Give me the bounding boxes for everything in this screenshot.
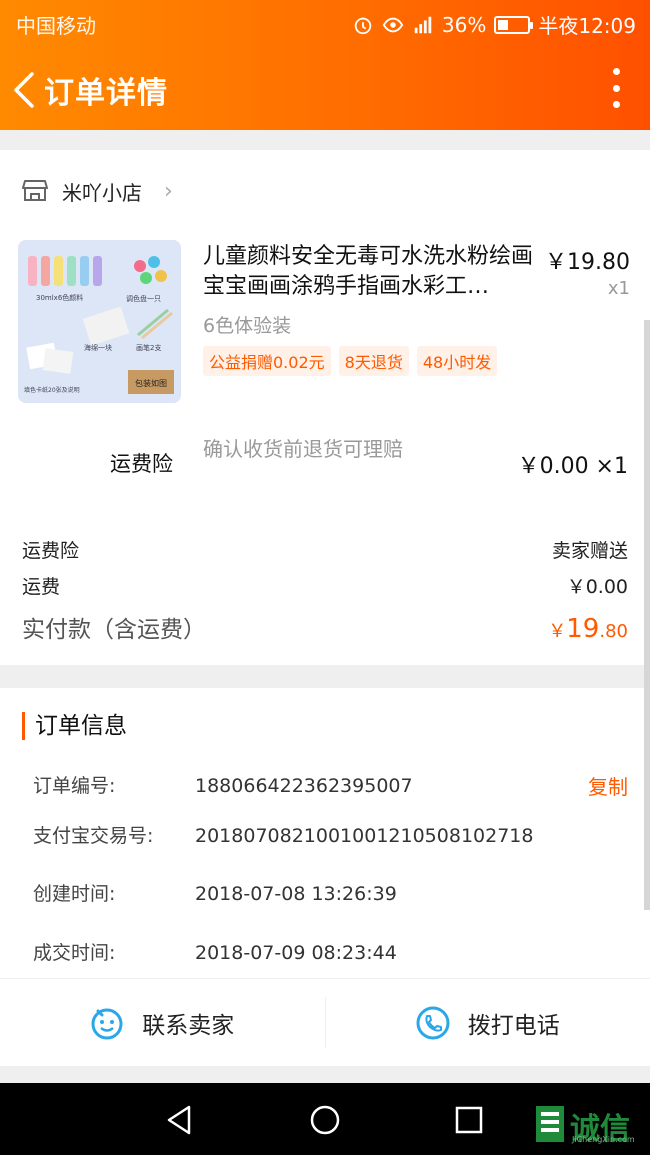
insurance-description: 确认收货前退货可理赔 bbox=[203, 437, 403, 461]
info-row-created: 创建时间: 2018-07-08 13:26:39 bbox=[33, 879, 397, 906]
info-value: 2018070821001001210508102718 bbox=[195, 825, 534, 847]
carrier-name: 中国移动 bbox=[16, 14, 96, 38]
clock: 半夜12:09 bbox=[538, 14, 636, 38]
call-phone-button[interactable]: 拨打电话 bbox=[326, 979, 650, 1066]
total-decimal: .80 bbox=[599, 621, 628, 642]
call-phone-label: 拨打电话 bbox=[467, 1012, 560, 1039]
svg-text:画笔2支: 画笔2支 bbox=[136, 343, 161, 352]
nav-home-icon[interactable] bbox=[308, 1103, 342, 1137]
product-thumbnail[interactable]: 包装如图 30mlx6色颜料 调色盘一只 海绵一块 画笔2支 填色卡纸20张及说… bbox=[18, 240, 181, 403]
watermark-subtext: JiChengXin.com bbox=[572, 1135, 635, 1144]
back-arrow-icon[interactable] bbox=[10, 68, 40, 112]
store-icon bbox=[22, 180, 48, 201]
shop-name: 米吖小店 bbox=[62, 180, 142, 205]
insurance-price: ￥0.00 ×1 bbox=[517, 454, 628, 479]
app-header: 中国移动 36% 半夜12:09 订单详情 bbox=[0, 0, 650, 130]
contact-seller-button[interactable]: 联系卖家 bbox=[0, 979, 325, 1066]
battery-level bbox=[498, 19, 509, 30]
section-title: 订单信息 bbox=[22, 712, 127, 740]
fee-label: 运费险 bbox=[22, 540, 80, 562]
info-key: 成交时间: bbox=[33, 942, 116, 964]
nav-recents-icon[interactable] bbox=[452, 1103, 486, 1137]
more-menu-icon[interactable] bbox=[610, 68, 622, 108]
chevron-right-icon: › bbox=[164, 178, 173, 204]
page-title: 订单详情 bbox=[44, 76, 168, 111]
watermark-logo: 诚信 JiChengXin.com bbox=[534, 1102, 644, 1147]
total-label: 实付款（含运费） bbox=[22, 617, 206, 643]
tag-return: 8天退货 bbox=[338, 346, 409, 376]
nav-bar: 订单详情 bbox=[0, 62, 650, 118]
fee-label: 运费 bbox=[22, 576, 61, 598]
info-key: 支付宝交易号: bbox=[33, 825, 154, 847]
product-price: ￥19.80 bbox=[545, 250, 630, 275]
fee-value: 卖家赠送 bbox=[551, 540, 628, 562]
contact-seller-label: 联系卖家 bbox=[142, 1012, 235, 1039]
svg-text:30mlx6色颜料: 30mlx6色颜料 bbox=[36, 293, 83, 302]
status-icons: 36% 半夜12:09 bbox=[352, 10, 636, 39]
battery-percent: 36% bbox=[441, 12, 487, 37]
info-row-alipay: 支付宝交易号: 2018070821001001210508102718 bbox=[33, 821, 533, 848]
insurance-label: 运费险 bbox=[110, 452, 173, 476]
fee-row-shipping: 运费 ￥0.00 bbox=[22, 572, 628, 599]
total-currency: ￥ bbox=[548, 621, 567, 642]
status-bar: 中国移动 36% 半夜12:09 bbox=[0, 0, 650, 44]
order-card: 米吖小店 › 包装如图 30mlx6色颜料 调色盘一只 海绵一块 画笔2支 填色… bbox=[0, 150, 650, 665]
svg-text:填色卡纸20张及说明: 填色卡纸20张及说明 bbox=[24, 386, 80, 394]
info-value: 2018-07-08 13:26:39 bbox=[195, 883, 397, 905]
info-row-completed: 成交时间: 2018-07-09 08:23:44 bbox=[33, 938, 397, 965]
copy-button[interactable]: 复制 bbox=[588, 771, 628, 800]
scrollbar[interactable] bbox=[644, 320, 650, 910]
fee-row-insurance: 运费险 卖家赠送 bbox=[22, 536, 628, 563]
svg-text:包装如图: 包装如图 bbox=[135, 378, 167, 388]
tag-shipping: 48小时发 bbox=[416, 346, 498, 376]
info-row-order-number: 订单编号: 188066422362395007 bbox=[33, 771, 413, 798]
total-amount: ￥19.80 bbox=[548, 614, 628, 644]
product-quantity: x1 bbox=[607, 278, 630, 299]
info-value: 188066422362395007 bbox=[195, 775, 413, 797]
product-title[interactable]: 儿童颜料安全无毒可水洗水粉绘画宝宝画画涂鸦手指画水彩工… bbox=[203, 242, 533, 302]
signal-icon bbox=[414, 16, 432, 33]
info-key: 订单编号: bbox=[33, 775, 116, 797]
fee-value: ￥0.00 bbox=[566, 576, 628, 598]
alarm-icon bbox=[354, 17, 372, 34]
action-bar: 联系卖家 拨打电话 bbox=[0, 978, 650, 1066]
order-info-card: 订单信息 复制 订单编号: 188066422362395007 支付宝交易号: 2… bbox=[0, 688, 650, 1066]
svg-text:海绵一块: 海绵一块 bbox=[84, 343, 112, 352]
chat-smile-icon bbox=[91, 1008, 123, 1039]
shop-link[interactable]: 米吖小店 › bbox=[22, 175, 173, 207]
nav-back-icon[interactable] bbox=[163, 1103, 197, 1137]
product-spec: 6色体验装 bbox=[203, 315, 292, 337]
info-key: 创建时间: bbox=[33, 883, 116, 905]
svg-text:调色盘一只: 调色盘一只 bbox=[126, 294, 161, 303]
eye-icon bbox=[382, 17, 404, 32]
phone-icon bbox=[416, 1006, 450, 1039]
info-value: 2018-07-09 08:23:44 bbox=[195, 942, 397, 964]
total-integer: 19 bbox=[566, 614, 600, 644]
service-tags: 公益捐赠0.02元 8天退货 48小时发 bbox=[203, 346, 498, 376]
total-row: 实付款（含运费） ￥19.80 bbox=[22, 610, 628, 644]
tag-charity: 公益捐赠0.02元 bbox=[203, 346, 331, 376]
battery-icon bbox=[494, 15, 534, 34]
